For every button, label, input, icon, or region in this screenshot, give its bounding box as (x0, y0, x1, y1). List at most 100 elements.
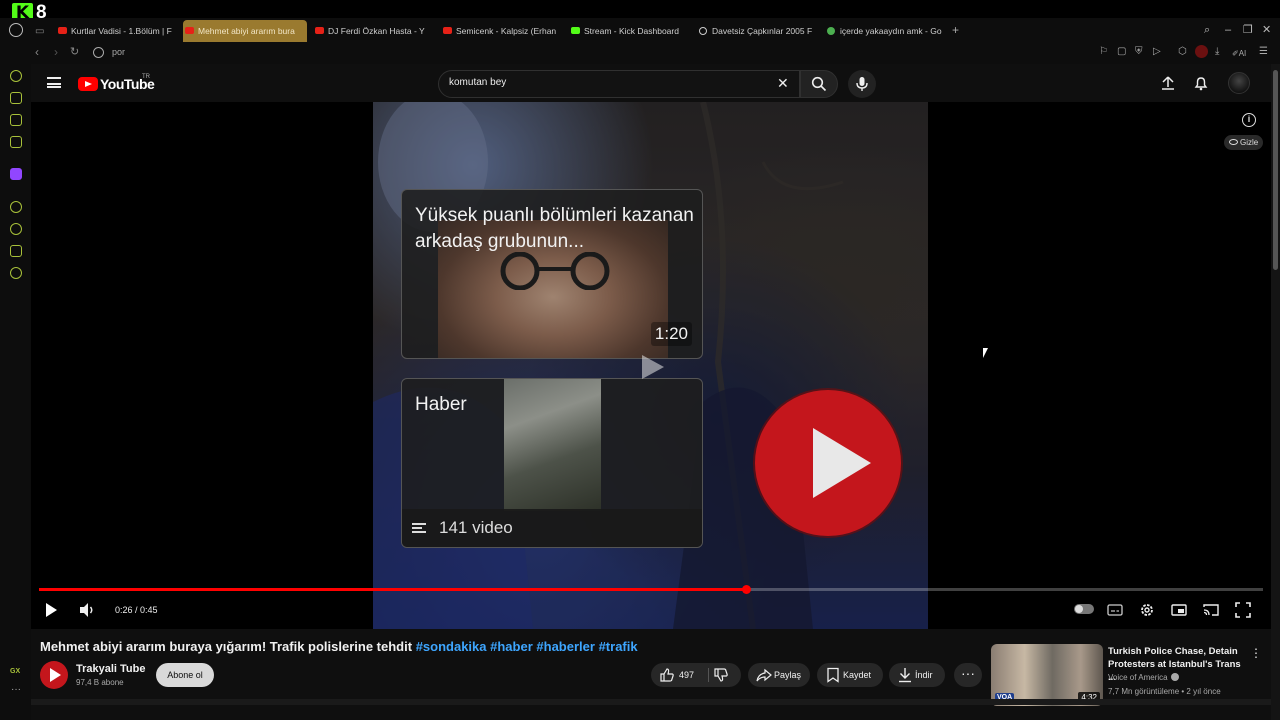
upload-icon[interactable] (1160, 75, 1176, 91)
fullscreen-icon[interactable] (1235, 602, 1251, 618)
end-screen-video-card[interactable]: Yüksek puanlı bölümleri kazanan arkadaş … (401, 189, 703, 359)
recommended-channel-name: Voice of America (1108, 673, 1168, 682)
tab-kick-dashboard[interactable]: Stream - Kick Dashboard (569, 20, 691, 42)
like-icon[interactable] (659, 667, 675, 683)
player-sidebar-icon[interactable] (10, 201, 22, 213)
recommended-video-thumbnail[interactable]: VOA 4:32 (991, 644, 1103, 706)
tab-kurtlar-vadisi[interactable]: Kurtlar Vadisi - 1.Bölüm | F (56, 20, 174, 42)
more-actions-button[interactable]: ··· (954, 663, 982, 687)
center-play-icon[interactable] (637, 352, 667, 382)
tab-label: DJ Ferdi Özkan Hasta - Y (328, 26, 425, 36)
search-icon (811, 76, 827, 92)
youtube-logo-icon[interactable] (78, 77, 98, 91)
notes-icon[interactable] (10, 114, 22, 126)
microphone-icon (856, 77, 868, 91)
tab-semicenk[interactable]: Semicenk - Kalpsiz (Erhan (441, 20, 559, 42)
easy-setup-icon[interactable]: ☰ (1259, 46, 1268, 58)
cast-icon[interactable] (1203, 602, 1219, 618)
back-icon[interactable]: ‹ (35, 45, 39, 59)
hashtag-link[interactable]: #trafik (599, 639, 638, 654)
autoplay-toggle[interactable] (1074, 604, 1094, 614)
end-screen-playlist-card[interactable]: Haber 141 video (401, 378, 703, 548)
forward-icon[interactable]: › (54, 45, 58, 59)
recommended-video-meta: 7,7 Mn görüntüleme • 2 yıl önce (1108, 687, 1221, 696)
snapshot-icon[interactable]: ▢ (1117, 46, 1126, 58)
tab-mehmet-abiyi[interactable]: Mehmet abiyi ararım bura (183, 20, 307, 42)
new-tab-button[interactable]: + (952, 24, 959, 36)
gx-corner-icon[interactable] (10, 92, 22, 104)
miniplayer-icon[interactable] (1171, 602, 1187, 618)
scrubber-handle[interactable] (741, 585, 751, 594)
reload-icon[interactable]: ↻ (70, 45, 79, 59)
youtube-favicon-icon (443, 27, 452, 34)
scrollbar-thumb[interactable] (1273, 70, 1278, 270)
close-window-icon[interactable]: ✕ (1262, 24, 1271, 36)
menu-icon[interactable] (47, 77, 61, 88)
hashtag-link[interactable]: #sondakika (416, 639, 487, 654)
sidebar-more-icon[interactable]: ··· (11, 684, 21, 695)
share-button[interactable]: Paylaş (748, 663, 810, 687)
notifications-bell-icon[interactable] (1193, 75, 1209, 91)
download-label: İndir (915, 670, 933, 680)
hashtag-link[interactable]: #haberler (536, 639, 595, 654)
subscribe-button[interactable]: Abone ol (156, 663, 214, 687)
volume-icon[interactable] (78, 602, 96, 618)
download-arrow-icon (899, 668, 911, 683)
aria-ai-icon[interactable]: ✐AI (1232, 48, 1246, 60)
hashtag-link[interactable]: #haber (490, 639, 533, 654)
video-title: Mehmet abiyi ararım buraya yığarım! Traf… (40, 639, 638, 654)
twitch-icon[interactable] (10, 168, 22, 180)
bookmark-save-icon (827, 667, 839, 683)
messenger-icon[interactable] (10, 136, 22, 148)
tab-search-icon[interactable]: ⌕ (1204, 24, 1210, 36)
recommended-video-menu-icon[interactable]: ⋮ (1250, 646, 1262, 660)
tab-label: Davetsiz Çapkınlar 2005 F (712, 26, 813, 36)
playlist-icon (412, 523, 426, 533)
channel-name[interactable]: Trakyali Tube (76, 663, 146, 675)
extensions-icon[interactable]: ⬡ (1178, 46, 1187, 58)
playlist-count: 141 video (439, 518, 513, 537)
recommended-video-channel[interactable]: Voice of America (1108, 673, 1179, 682)
tab-icerde-yakaaydin[interactable]: içerde yakaaydın amk - Go (825, 20, 943, 42)
like-count[interactable]: 497 (679, 663, 694, 687)
eye-off-icon (1229, 139, 1238, 145)
tab-dj-ferdi[interactable]: DJ Ferdi Özkan Hasta - Y (313, 20, 431, 42)
download-button[interactable]: İndir (889, 663, 945, 687)
account-avatar[interactable] (1228, 72, 1250, 94)
workspaces-icon[interactable]: ▭ (35, 25, 44, 39)
url-field[interactable]: por (112, 47, 125, 57)
large-red-play-button[interactable] (755, 390, 901, 536)
profile-extension-icon[interactable] (1195, 45, 1208, 58)
history-icon[interactable] (10, 223, 22, 235)
bookmark-icon[interactable]: ⚐ (1099, 46, 1108, 58)
info-icon[interactable]: i (1242, 113, 1256, 127)
channel-avatar[interactable] (40, 661, 68, 689)
site-info-icon[interactable] (93, 47, 104, 58)
clear-search-icon[interactable]: ✕ (777, 75, 789, 91)
search-button[interactable] (800, 70, 838, 98)
shield-icon[interactable]: ⛨ (1135, 46, 1143, 58)
hide-cards-button[interactable]: Gizle (1224, 135, 1264, 150)
progress-bar[interactable] (39, 585, 1263, 594)
settings-sidebar-icon[interactable] (10, 267, 22, 279)
restore-icon[interactable]: ❐ (1243, 24, 1253, 36)
search-input[interactable]: komutan bey (449, 77, 506, 88)
settings-gear-icon[interactable] (1139, 602, 1155, 618)
tab-davetsiz-capkinlar[interactable]: Davetsiz Çapkınlar 2005 F (697, 20, 815, 42)
download-icon[interactable]: ⤓ (1215, 46, 1219, 58)
subscriber-count: 97,4 B abone (76, 678, 124, 687)
opera-gx-logo-icon[interactable] (9, 23, 23, 37)
save-button[interactable]: Kaydet (817, 663, 883, 687)
share-label: Paylaş (774, 670, 802, 680)
share-icon (756, 668, 772, 682)
player-icon[interactable]: ▷ (1153, 46, 1161, 58)
google-favicon-icon (827, 27, 835, 35)
subtitles-icon[interactable] (1107, 602, 1123, 618)
gx-control-icon[interactable] (10, 70, 22, 82)
extensions-sidebar-icon[interactable] (10, 245, 22, 257)
voice-search-button[interactable] (848, 70, 876, 98)
glasses-drawing (500, 252, 610, 290)
play-icon[interactable] (46, 603, 57, 617)
minimize-icon[interactable]: – (1225, 24, 1231, 36)
dislike-icon[interactable] (713, 667, 729, 683)
